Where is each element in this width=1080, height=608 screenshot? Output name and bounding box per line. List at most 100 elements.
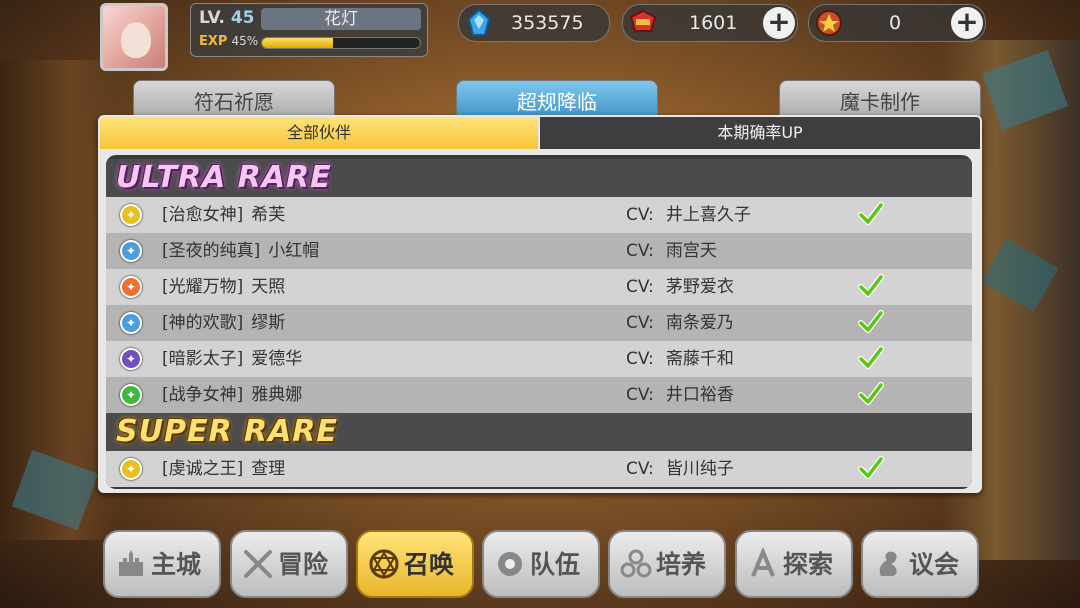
cv-label: CV: [626, 385, 654, 405]
resource-tickets: 0 + [808, 4, 986, 42]
red-gem-icon [627, 7, 659, 39]
level-value: 45 [230, 8, 255, 28]
partner-row[interactable]: ✦ [治愈女神] 希芙 CV: 井上喜久子 [106, 197, 972, 233]
exp-prefix: EXP [199, 34, 228, 49]
cv-name: 井口裕香 [665, 385, 734, 405]
partner-row[interactable]: ✦ [光耀万物] 天照 CV: 茅野爱衣 [106, 269, 972, 305]
voice-actor: CV: 斋藤千和 [626, 341, 734, 377]
partner-name-text: 雅典娜 [251, 385, 303, 405]
resource-gems: 1601 + [622, 4, 798, 42]
cv-name: 雨宫天 [665, 241, 717, 261]
exp-bar-fill [262, 38, 334, 48]
partner-title: [圣夜的纯真] [162, 241, 261, 261]
ticket-count: 0 [889, 12, 902, 34]
partner-name: [暗影太子] 爱德华 [162, 341, 302, 377]
partner-name: [光耀万物] 天照 [162, 269, 285, 305]
cv-name: 茅野爱衣 [665, 277, 734, 297]
voice-actor: CV: 茅野爱衣 [626, 269, 734, 305]
cv-label: CV: [626, 459, 654, 479]
checkmark-icon [858, 455, 884, 481]
partner-list[interactable]: ULTRA RARE ✦ [治愈女神] 希芙 CV: 井上喜久子 ✦ [圣夜的纯真] 小红帽 CV… [106, 155, 972, 489]
partner-name-text: 爱德华 [251, 349, 303, 369]
checkmark-icon [858, 381, 884, 407]
level-label: LV. 45 [199, 8, 255, 28]
partner-row[interactable]: ✦ [虔诚之王] 查理 CV: 皆川纯子 [106, 451, 972, 487]
train-icon [620, 548, 652, 580]
subtab-all-partners[interactable]: 全部伙伴 [100, 117, 538, 149]
player-info-panel: LV. 45 花灯 EXP 45% [190, 3, 428, 57]
cv-label: CV: [626, 349, 654, 369]
partner-name: [圣夜的纯真] 小红帽 [162, 233, 319, 269]
partner-title: [光耀万物] [162, 277, 244, 297]
partner-name-text: 缪斯 [251, 313, 286, 333]
nav-train-button[interactable]: 培养 [608, 530, 726, 598]
crossed-swords-icon [242, 548, 274, 580]
cv-label: CV: [626, 205, 654, 225]
voice-actor: CV: 皆川纯子 [626, 451, 734, 487]
nav-label: 培养 [656, 550, 707, 579]
cv-name: 井上喜久子 [665, 205, 751, 225]
add-tickets-button[interactable]: + [951, 7, 983, 39]
element-water-icon: ✦ [120, 240, 142, 262]
nav-label: 召唤 [404, 550, 455, 579]
cv-name: 斋藤千和 [665, 349, 734, 369]
resource-crystals: 353575 [458, 4, 610, 42]
partner-row[interactable]: ✦ [暗影太子] 爱德华 CV: 斋藤千和 [106, 341, 972, 377]
council-icon [873, 548, 905, 580]
exp-bar [261, 37, 421, 49]
nav-crossed-swords-button[interactable]: 冒险 [230, 530, 348, 598]
partner-title: [治愈女神] [162, 205, 244, 225]
nav-team-button[interactable]: 队伍 [482, 530, 600, 598]
partner-name-text: 查理 [251, 459, 286, 479]
rarity-label: ULTRA RARE [116, 160, 332, 195]
rarity-label: SUPER RARE [116, 414, 338, 449]
partner-title: [神的欢歌] [162, 313, 244, 333]
partner-name: [神的欢歌] 缪斯 [162, 305, 285, 341]
crystal-count: 353575 [511, 12, 584, 34]
castle-icon [115, 548, 147, 580]
partner-list-panel: 全部伙伴 本期确率UP ULTRA RARE ✦ [治愈女神] 希芙 CV: 井上喜久子 ✦… [98, 115, 982, 493]
gem-count: 1601 [689, 12, 738, 34]
checkmark-icon [858, 309, 884, 335]
super-rare-header: SUPER RARE [106, 413, 972, 451]
voice-actor: CV: 井口裕香 [626, 377, 734, 413]
cv-name: 南条爱乃 [665, 313, 734, 333]
nav-summon-circle-button[interactable]: 召唤 [356, 530, 474, 598]
element-fire-icon: ✦ [120, 276, 142, 298]
avatar-face [121, 22, 151, 58]
nav-council-button[interactable]: 议会 [861, 530, 979, 598]
cv-name: 皆川纯子 [665, 459, 734, 479]
summon-circle-icon [368, 548, 400, 580]
player-avatar[interactable] [100, 3, 168, 71]
partner-row[interactable]: ✦ [圣夜的纯真] 小红帽 CV: 雨宫天 [106, 233, 972, 269]
partner-title: [暗影太子] [162, 349, 244, 369]
nav-label: 探索 [783, 550, 834, 579]
add-gems-button[interactable]: + [763, 7, 795, 39]
element-water-icon: ✦ [120, 312, 142, 334]
player-name: 花灯 [261, 8, 421, 30]
partner-title: [虔诚之王] [162, 459, 244, 479]
partner-name: [虔诚之王] 查理 [162, 451, 285, 487]
partner-row[interactable]: ✦ [神的欢歌] 缪斯 CV: 南条爱乃 [106, 305, 972, 341]
partner-name: [战争女神] 雅典娜 [162, 377, 302, 413]
element-light-icon: ✦ [120, 204, 142, 226]
exp-percent: 45% [231, 34, 259, 48]
ultra-rare-header: ULTRA RARE [106, 159, 972, 197]
blue-crystal-icon [463, 7, 495, 39]
nav-label: 队伍 [530, 550, 581, 579]
nav-castle-button[interactable]: 主城 [103, 530, 221, 598]
partner-name-text: 天照 [251, 277, 286, 297]
subtab-rate-up[interactable]: 本期确率UP [540, 117, 980, 149]
partner-name: [治愈女神] 希芙 [162, 197, 285, 233]
nav-explore-button[interactable]: 探索 [735, 530, 853, 598]
summon-ticket-icon [813, 7, 845, 39]
partner-name-text: 希芙 [251, 205, 286, 225]
partner-row[interactable]: ✦ [战争女神] 雅典娜 CV: 井口裕香 [106, 377, 972, 413]
exp-label: EXP 45% [199, 34, 258, 49]
checkmark-icon [858, 273, 884, 299]
checkmark-icon [858, 345, 884, 371]
element-wind-icon: ✦ [120, 384, 142, 406]
nav-label: 主城 [151, 550, 202, 579]
cv-label: CV: [626, 277, 654, 297]
voice-actor: CV: 雨宫天 [626, 233, 717, 269]
